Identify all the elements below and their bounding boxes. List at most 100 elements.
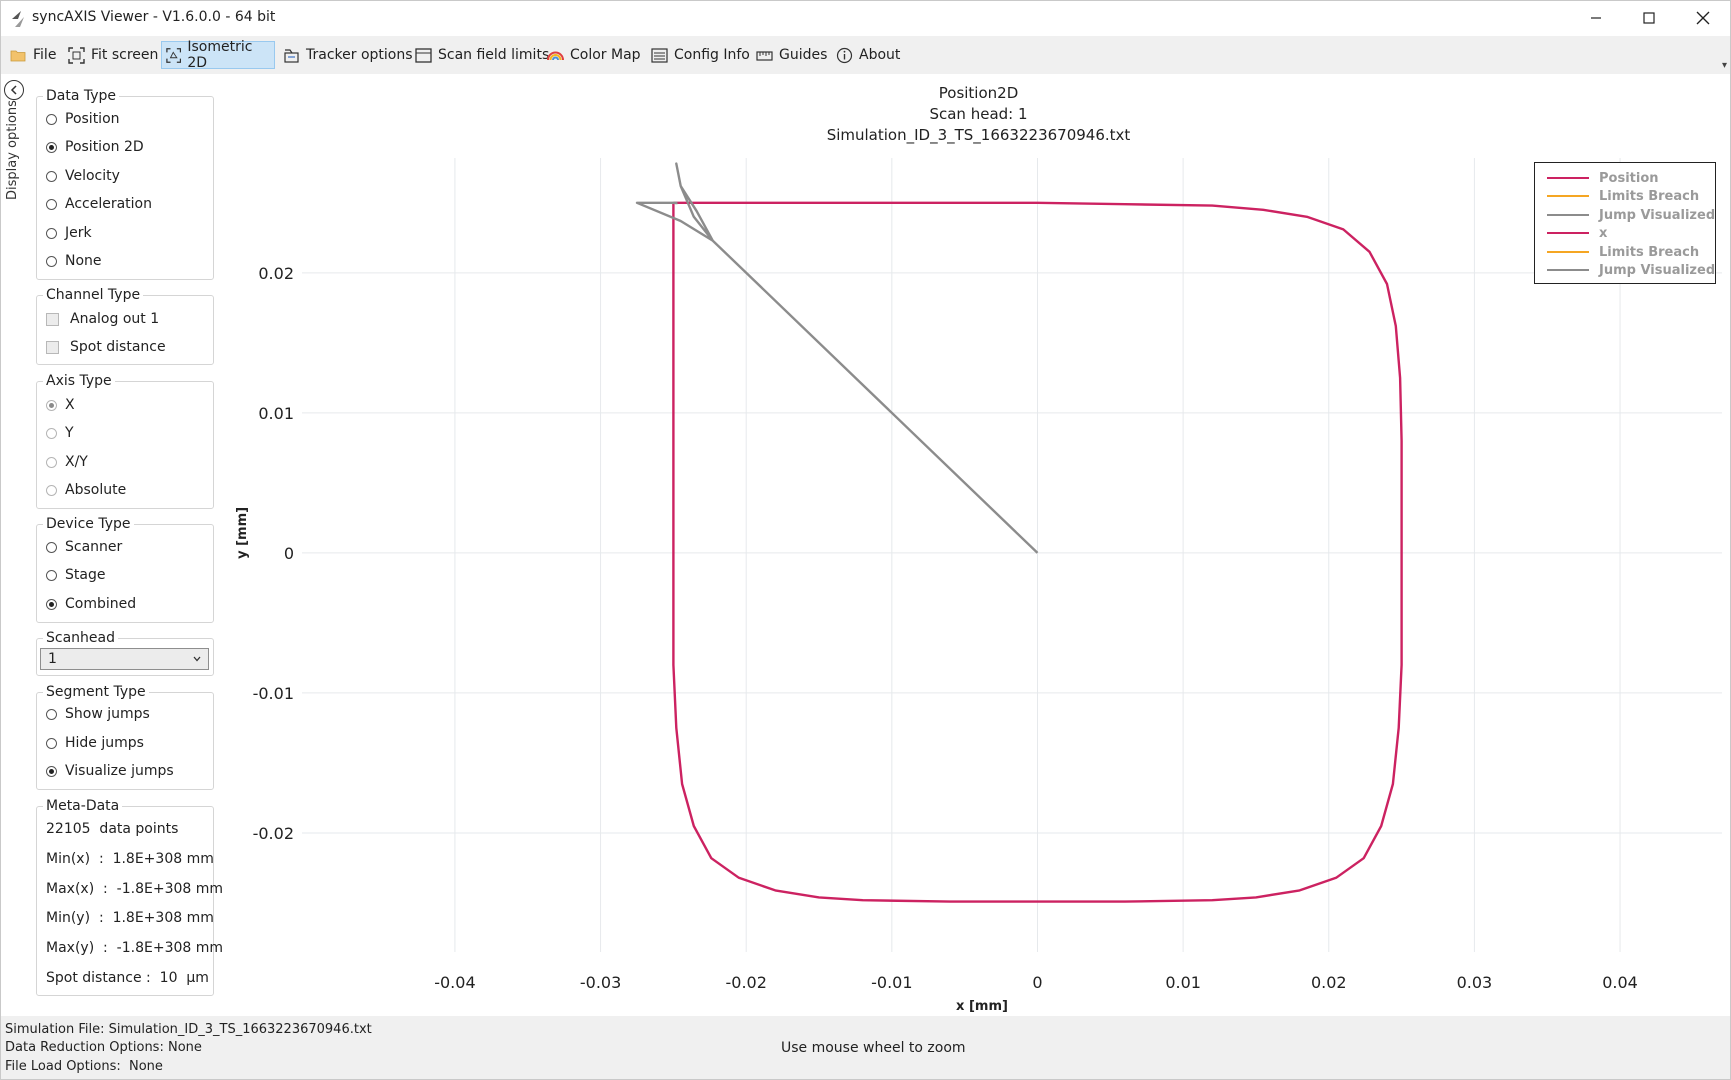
option-label: Velocity	[65, 168, 120, 184]
axis-type-x-option[interactable]: X	[46, 394, 75, 416]
option-label: Hide jumps	[65, 735, 144, 751]
maximize-button[interactable]	[1622, 0, 1676, 36]
scanhead-value: 1	[48, 651, 57, 667]
meta-data-title: Meta-Data	[43, 798, 123, 814]
collapse-panel-button[interactable]	[4, 80, 24, 100]
segment-type-title: Segment Type	[43, 684, 149, 700]
device-type-scanner-option[interactable]: Scanner	[46, 536, 122, 558]
channel-type-title: Channel Type	[43, 287, 144, 303]
chart-legend: Position Limits Breach Jump Visualized x…	[1534, 162, 1716, 284]
close-button[interactable]	[1676, 0, 1730, 36]
axis-type-xy-option[interactable]: X/Y	[46, 451, 88, 473]
x-axis-label: x [mm]	[956, 999, 1008, 1014]
option-label: Absolute	[65, 482, 127, 498]
legend-label: Jump Visualized	[1599, 207, 1716, 223]
x-tick-label: -0.01	[871, 973, 912, 992]
color-map-button[interactable]: Color Map	[543, 41, 647, 69]
y-tick-label: 0	[284, 544, 294, 563]
scan-field-limits-button[interactable]: Scan field limits	[411, 41, 555, 69]
x-tick-label: 0.02	[1311, 973, 1347, 992]
meta-min-y: Min(y) : 1.8E+308 mm	[46, 910, 214, 926]
display-options-tab[interactable]: Display options	[5, 100, 20, 200]
radio-icon	[46, 113, 57, 125]
config-list-icon	[651, 47, 668, 63]
device-type-combined-option[interactable]: Combined	[46, 593, 136, 615]
legend-label: Position	[1599, 170, 1659, 186]
radio-icon	[46, 227, 57, 239]
segment-show-jumps-option[interactable]: Show jumps	[46, 703, 150, 725]
tracker-options-button[interactable]: Tracker options	[279, 41, 419, 69]
status-file-load: File Load Options: None	[5, 1059, 163, 1074]
axis-type-group: Axis Type X Y X/Y Absolute	[36, 373, 214, 509]
option-label: Show jumps	[65, 706, 150, 722]
axis-type-title: Axis Type	[43, 373, 115, 389]
meta-data-group: Meta-Data 22105 data points Min(x) : 1.8…	[36, 798, 223, 996]
minimize-button[interactable]	[1569, 0, 1623, 36]
channel-type-group: Channel Type Analog out 1 Spot distance	[36, 287, 214, 365]
file-menu-button[interactable]: File	[6, 41, 62, 69]
option-label: X/Y	[65, 454, 88, 470]
fit-screen-icon	[68, 46, 85, 64]
device-type-title: Device Type	[43, 516, 134, 532]
maximize-icon	[1643, 12, 1655, 24]
legend-item: Jump Visualized	[1547, 261, 1715, 279]
plot-canvas[interactable]: -0.04 -0.03 -0.02 -0.01 0 0.01 0.02 0.03 0.04 0.0…	[226, 74, 1731, 1016]
y-tick-label: -0.02	[253, 824, 294, 843]
data-type-jerk-option[interactable]: Jerk	[46, 222, 92, 244]
x-tick-label: 0	[1032, 973, 1042, 992]
x-tick-label: 0.03	[1457, 973, 1493, 992]
app-logo-icon	[12, 11, 24, 27]
device-type-stage-option[interactable]: Stage	[46, 564, 105, 586]
segment-type-group: Segment Type Show jumps Hide jumps Visua…	[36, 684, 214, 790]
about-button[interactable]: About	[832, 41, 906, 69]
radio-icon	[46, 569, 57, 581]
radio-selected-icon	[46, 765, 57, 777]
option-label: Spot distance	[70, 339, 166, 355]
data-type-acceleration-option[interactable]: Acceleration	[46, 193, 152, 215]
axis-type-y-option[interactable]: Y	[46, 422, 74, 444]
x-tick-label: -0.02	[726, 973, 767, 992]
radio-selected-icon	[46, 598, 57, 610]
radio-icon	[46, 484, 57, 496]
scanhead-select[interactable]: 1	[40, 648, 209, 670]
axis-type-absolute-option[interactable]: Absolute	[46, 479, 126, 501]
meta-spot-distance: Spot distance : 10 µm	[46, 970, 209, 986]
data-type-velocity-option[interactable]: Velocity	[46, 165, 120, 187]
data-type-none-option[interactable]: None	[46, 250, 102, 272]
guides-button[interactable]: Guides	[752, 41, 833, 69]
series-line-jump-visualized	[635, 162, 1039, 554]
isometric-2d-button[interactable]: Isometric 2D	[161, 39, 275, 71]
meta-max-y: Max(y) : -1.8E+308 mm	[46, 940, 224, 956]
display-options-strip	[0, 74, 31, 1016]
spot-distance-checkbox[interactable]: Spot distance	[46, 336, 166, 358]
position-2d-chart[interactable]: Position2D Scan head: 1 Simulation_ID_3_…	[226, 74, 1731, 1016]
legend-label: Jump Visualized	[1599, 262, 1716, 278]
segment-visualize-jumps-option[interactable]: Visualize jumps	[46, 760, 174, 782]
legend-label: Limits Breach	[1599, 188, 1700, 204]
config-info-button[interactable]: Config Info	[647, 41, 756, 69]
segment-hide-jumps-option[interactable]: Hide jumps	[46, 732, 144, 754]
legend-swatch	[1547, 214, 1589, 216]
legend-label: x	[1599, 225, 1608, 241]
data-type-position-option[interactable]: Position	[46, 108, 120, 130]
radio-selected-icon	[46, 399, 57, 411]
scan-field-limits-label: Scan field limits	[438, 47, 550, 63]
data-type-group: Data Type Position Position 2D Velocity …	[36, 88, 214, 280]
toolbar-overflow-icon[interactable]: ▾	[1722, 60, 1727, 71]
toolbar: File Fit screen Isometric 2D Tracker opt…	[0, 36, 1731, 74]
option-label: Visualize jumps	[65, 763, 174, 779]
minimize-icon	[1591, 17, 1601, 19]
radio-icon	[46, 170, 57, 182]
status-simulation-file: Simulation File: Simulation_ID_3_TS_1663…	[5, 1022, 372, 1037]
option-label: Stage	[65, 567, 106, 583]
option-label: X	[65, 397, 75, 413]
scan-field-icon	[415, 47, 432, 63]
rainbow-icon	[547, 51, 564, 60]
data-type-position-2d-option[interactable]: Position 2D	[46, 136, 144, 158]
option-label: Position 2D	[65, 139, 144, 155]
legend-label: Limits Breach	[1599, 244, 1700, 260]
legend-swatch	[1547, 269, 1589, 271]
data-type-title: Data Type	[43, 88, 120, 104]
fit-screen-button[interactable]: Fit screen	[64, 41, 164, 69]
analog-out-1-checkbox[interactable]: Analog out 1	[46, 308, 159, 330]
